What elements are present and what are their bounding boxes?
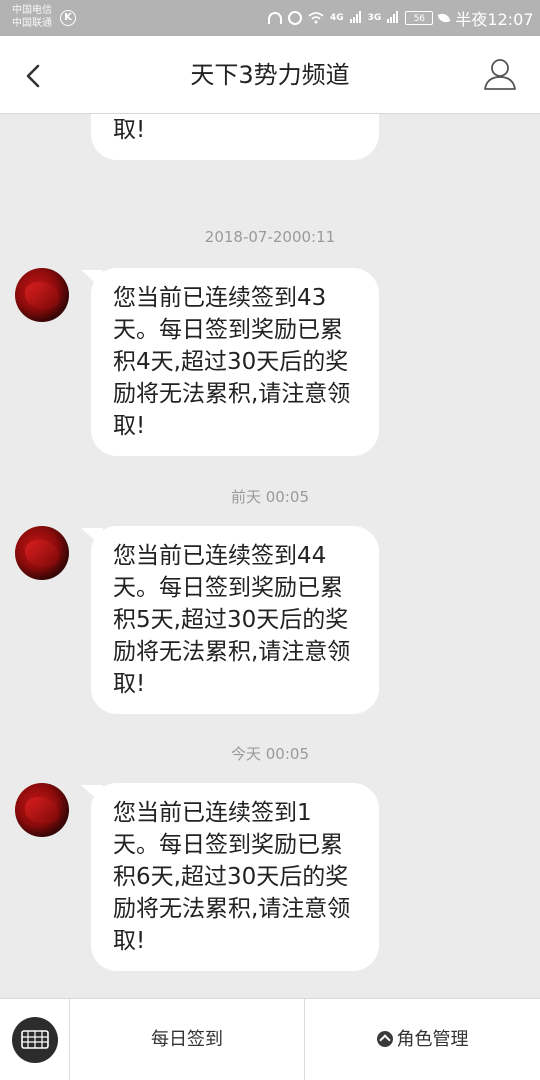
signal-icon-1 <box>349 10 362 26</box>
bottom-menu-bar: 每日签到 角色管理 <box>0 998 540 1080</box>
message-timestamp: 前天 00:05 <box>231 488 309 506</box>
chevron-up-circle-icon <box>376 1031 393 1047</box>
wifi-icon <box>308 12 324 24</box>
page-title: 天下3势力频道 <box>190 61 350 89</box>
network-4g-label: 4G <box>330 13 344 23</box>
daily-checkin-button[interactable]: 每日签到 <box>70 999 304 1080</box>
message-timestamp: 今天 00:05 <box>231 745 309 763</box>
keyboard-icon <box>21 1030 49 1049</box>
message-bubble: 您当前已连续签到44天。每日签到奖励已累积5天,超过30天后的奖励将无法累积,请… <box>81 526 379 714</box>
user-icon <box>484 59 516 90</box>
message-bubble: 您当前已连续签到1天。每日签到奖励已累积6天,超过30天后的奖励将无法累积,请注… <box>81 783 379 971</box>
headset-icon <box>268 12 282 24</box>
leaf-icon <box>437 11 451 25</box>
message-text: 您当前已连续签到43天。每日签到奖励已累积4天,超过30天后的奖励将无法累积,请… <box>113 285 351 439</box>
message-bubble: 您当前已连续签到43天。每日签到奖励已累积4天,超过30天后的奖励将无法累积,请… <box>81 268 379 456</box>
network-3g-label: 3G <box>367 13 382 23</box>
message-text: 您当前已连续签到1天。每日签到奖励已累积6天,超过30天后的奖励将无法累积,请注… <box>113 800 351 954</box>
avatar[interactable] <box>15 783 69 837</box>
status-bar: 中国电信 中国联通 K 4G 3G 56 半夜12:07 <box>0 0 540 36</box>
carrier-k-icon: K <box>60 10 76 26</box>
role-management-button[interactable]: 角色管理 <box>305 999 540 1080</box>
message-timestamp: 2018-07-2000:11 <box>204 228 336 246</box>
role-management-label: 角色管理 <box>396 1029 469 1050</box>
message-bubble: 将无法累积,请注意领取! <box>91 114 379 160</box>
message-text: 您当前已连续签到44天。每日签到奖励已累积5天,超过30天后的奖励将无法累积,请… <box>113 543 351 697</box>
carrier-1: 中国电信 <box>12 5 52 16</box>
battery-icon: 56 <box>405 11 434 25</box>
channel-header: 天下3势力频道 <box>0 36 540 114</box>
status-icons: 4G 3G 56 半夜12:07 <box>268 9 534 29</box>
clock-time: 半夜12:07 <box>455 10 534 29</box>
chat-area[interactable]: 将无法累积,请注意领取! 2018-07-2000:11 您当前已连续签到43天… <box>0 114 540 998</box>
avatar[interactable] <box>15 526 69 580</box>
alarm-icon <box>288 11 302 25</box>
signal-icon-2 <box>387 10 399 26</box>
keyboard-toggle-button[interactable] <box>12 1017 58 1063</box>
carrier-2: 中国联通 <box>12 18 52 29</box>
message-text: 将无法累积,请注意领取! <box>113 117 146 143</box>
carrier-info: 中国电信 中国联通 <box>12 4 52 30</box>
avatar[interactable] <box>15 268 69 322</box>
daily-checkin-label: 每日签到 <box>151 1029 223 1050</box>
profile-button[interactable] <box>482 56 518 92</box>
